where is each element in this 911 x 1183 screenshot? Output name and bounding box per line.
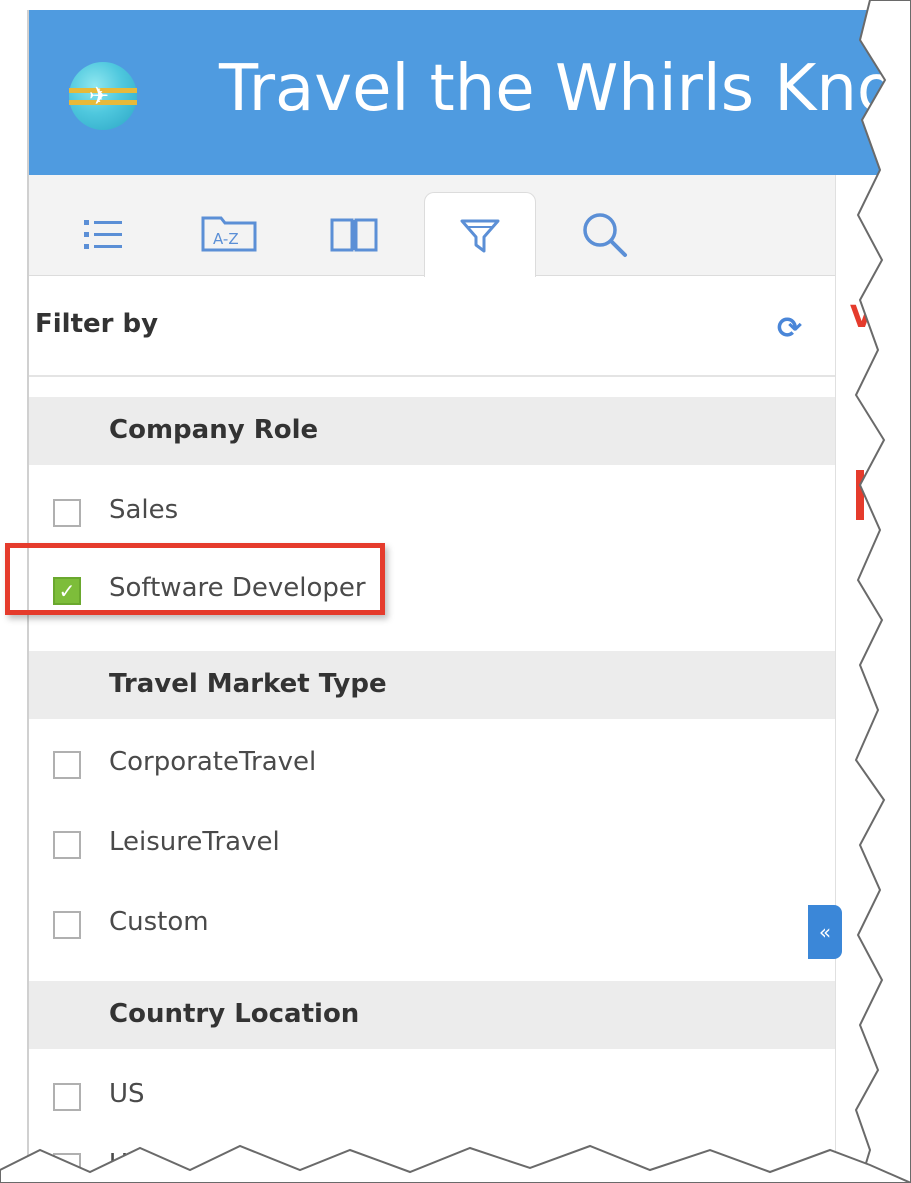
tab-search[interactable] [549, 193, 659, 275]
tab-index[interactable]: A-Z [174, 193, 284, 275]
filter-group-company-role: Company Role [29, 397, 835, 465]
filter-option-corporate-travel[interactable]: CorporateTravel [29, 733, 835, 793]
app-title: Travel the Whirls Kno [219, 52, 897, 126]
airplane-icon: ✈ [89, 82, 110, 110]
selection-highlight [5, 543, 385, 615]
tab-glossary[interactable] [299, 193, 409, 275]
group-label: Company Role [109, 415, 319, 445]
filter-heading: Filter by [35, 309, 159, 339]
tab-contents[interactable] [49, 193, 159, 275]
content-heading-fragment: V [850, 300, 874, 335]
content-marker [856, 470, 864, 520]
checkbox[interactable] [53, 499, 81, 527]
filter-option-custom[interactable]: Custom [29, 893, 835, 953]
checkbox[interactable] [53, 1083, 81, 1111]
app-header: ✈ Travel the Whirls Kno [29, 10, 911, 175]
option-label: UK [109, 1149, 146, 1170]
option-label: US [109, 1079, 145, 1109]
filter-option-sales[interactable]: Sales [29, 481, 835, 541]
search-icon [583, 213, 627, 257]
group-label: Country Location [109, 999, 360, 1029]
checkbox[interactable] [53, 751, 81, 779]
double-chevron-left-icon: « [818, 920, 832, 944]
filter-group-country-location: Country Location [29, 981, 835, 1049]
group-label: Travel Market Type [109, 669, 387, 699]
option-label: LeisureTravel [109, 827, 280, 857]
sidebar-tabs: A-Z [29, 175, 835, 277]
checkbox[interactable] [53, 831, 81, 859]
option-label: Custom [109, 907, 209, 937]
filter-header: Filter by ⟳ [29, 275, 835, 377]
option-label: CorporateTravel [109, 747, 317, 777]
a-z-index-icon: A-Z [201, 216, 257, 252]
filter-option-leisure-travel[interactable]: LeisureTravel [29, 813, 835, 873]
filter-option-uk[interactable]: UK [29, 1135, 835, 1170]
refresh-icon[interactable]: ⟳ [777, 311, 802, 346]
option-label: Sales [109, 495, 179, 525]
checkbox[interactable] [53, 911, 81, 939]
logo-globe-icon: ✈ [69, 62, 137, 130]
sidebar: A-Z Filter by ⟳ Company Role Sales ✓ Sof… [29, 175, 835, 1170]
filter-icon [460, 219, 500, 253]
collapse-sidebar-button[interactable]: « [808, 905, 842, 959]
tab-filter[interactable] [424, 192, 536, 277]
book-icon [330, 218, 378, 252]
a-z-label: A-Z [213, 230, 239, 248]
checkbox[interactable] [53, 1153, 81, 1170]
list-icon [84, 220, 122, 249]
filter-group-travel-market-type: Travel Market Type [29, 651, 835, 719]
filter-option-us[interactable]: US [29, 1065, 835, 1125]
